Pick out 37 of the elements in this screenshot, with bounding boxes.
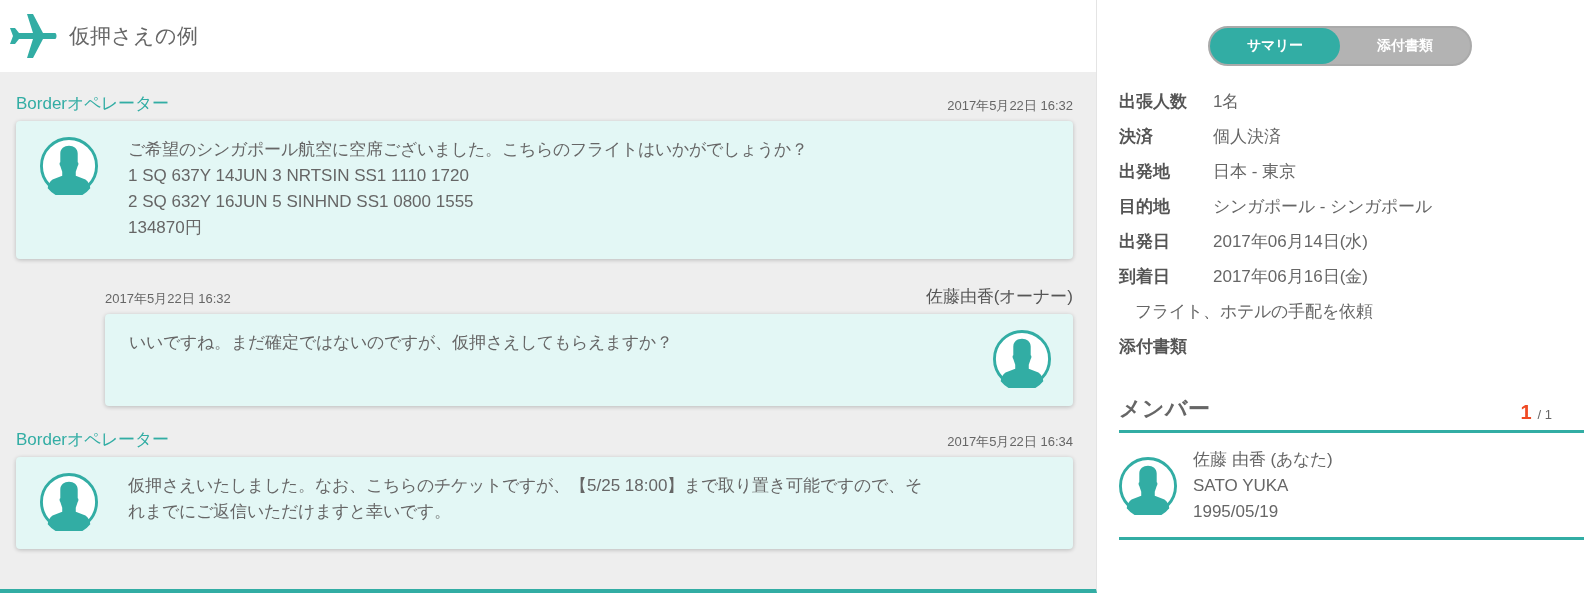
- member-romaji: SATO YUKA: [1193, 475, 1290, 497]
- tab[interactable]: 添付書類: [1339, 28, 1470, 64]
- field-value: 日本 - 東京: [1213, 161, 1297, 183]
- field-label: 出張人数: [1119, 91, 1188, 113]
- member-total: / 1: [1537, 407, 1552, 422]
- member-birthdate: 1995/05/19: [1193, 501, 1280, 523]
- message-text: ご希望のシンガポール航空に空席ございました。こちらのフライトはいかがでしょうか？ 1 SQ 637Y 14JUN 3 NRTSIN SS1 1110 1720 2 SQ 632Y 16JUN 5 SINHND SS1 0800 1555 134870円: [128, 139, 809, 239]
- field-value: 2017年06月16日(金): [1213, 266, 1368, 288]
- message-time: 2017年5月22日 16:32: [947, 97, 1073, 115]
- request-note: フライト、ホテルの手配を依頼: [1134, 301, 1374, 323]
- sender-name: Borderオペレーター: [16, 429, 170, 451]
- avatar-icon: [40, 137, 98, 195]
- field-value: 2017年06月14日(水): [1213, 231, 1368, 253]
- field-label: 添付書類: [1119, 336, 1188, 358]
- avatar-icon: [1119, 457, 1177, 515]
- field-label: 出発日: [1119, 231, 1171, 253]
- field-value: シンガポール - シンガポール: [1213, 196, 1433, 218]
- airplane-icon: [9, 14, 57, 58]
- field-label: 決済: [1119, 126, 1154, 148]
- member-count: 1: [1520, 401, 1532, 423]
- tab[interactable]: サマリー: [1209, 28, 1340, 64]
- avatar-icon: [993, 330, 1051, 388]
- field-label: 出発地: [1119, 161, 1171, 183]
- sender-name: Borderオペレーター: [16, 93, 170, 115]
- message-time: 2017年5月22日 16:32: [105, 290, 231, 308]
- field-value: 1名: [1213, 91, 1240, 113]
- page-title: 仮押さえの例: [69, 23, 198, 49]
- section-title: メンバー: [1119, 395, 1210, 423]
- message-text: 仮押さえいたしました。なお、こちらのチケットですが、【5/25 18:00】まで取り置き可能ですので、そ れまでにご返信いただけますと幸いです。: [128, 475, 924, 523]
- member-name: 佐藤 由香 (あなた): [1193, 449, 1333, 471]
- field-value: 個人決済: [1213, 126, 1281, 148]
- message-text: いいですね。まだ確定ではないのですが、仮押さえしてもらえますか？: [129, 332, 674, 354]
- message-time: 2017年5月22日 16:34: [947, 433, 1073, 451]
- sender-name: 佐藤由香(オーナー): [925, 286, 1073, 308]
- field-label: 目的地: [1119, 196, 1171, 218]
- field-label: 到着日: [1119, 266, 1171, 288]
- avatar-icon: [40, 473, 98, 531]
